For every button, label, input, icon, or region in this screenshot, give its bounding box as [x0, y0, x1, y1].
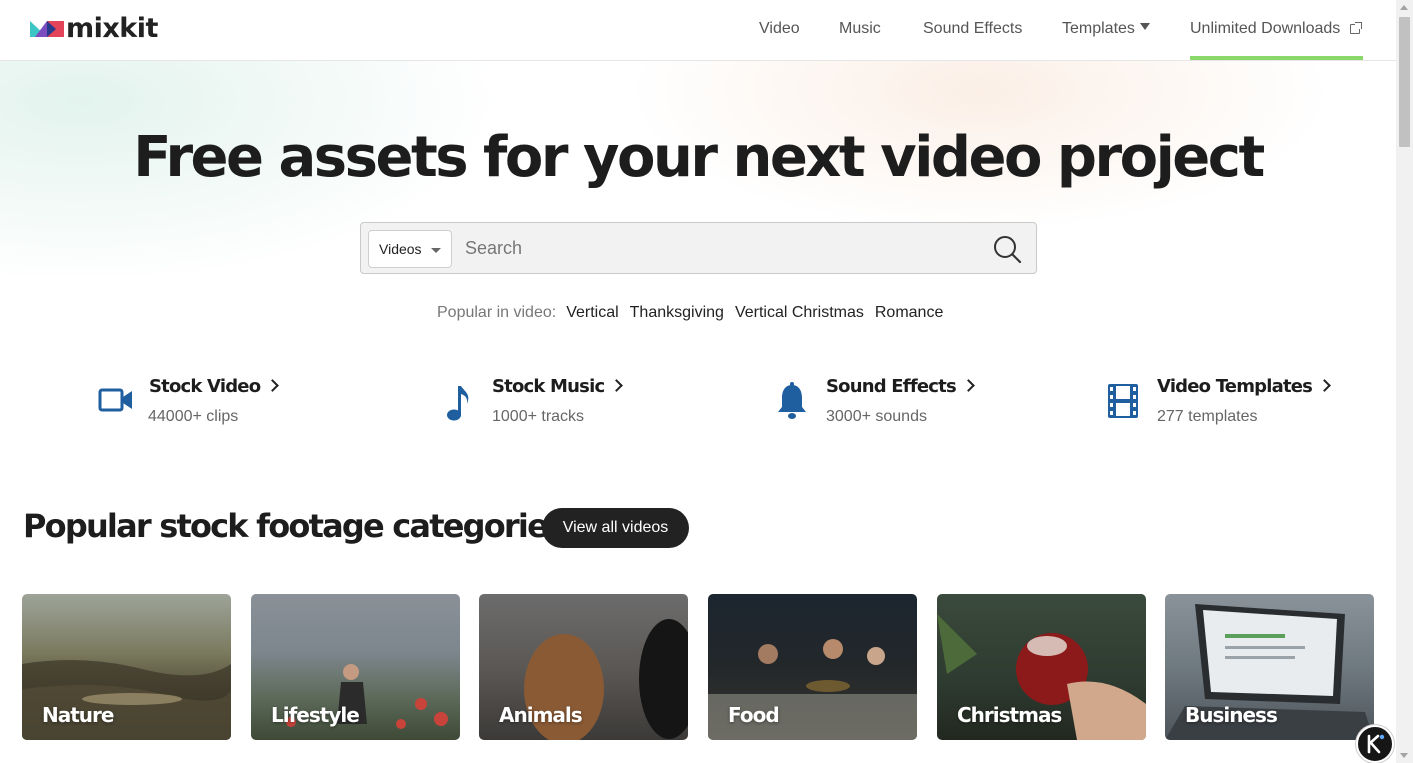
category-card-christmas[interactable]: Christmas [937, 594, 1146, 740]
category-card-lifestyle[interactable]: Lifestyle [251, 594, 460, 740]
search-icon[interactable] [992, 234, 1022, 264]
asset-types: Stock Video 44000+ clips Stock Music 100… [0, 370, 1396, 440]
site-header: mixkit Video Music Sound Effects Templat… [0, 0, 1396, 61]
mixkit-logo[interactable]: mixkit [30, 14, 158, 44]
popular-tag-vertical-christmas[interactable]: Vertical Christmas [735, 304, 864, 321]
nav-video[interactable]: Video [759, 0, 800, 60]
asset-video-templates[interactable]: Video Templates 277 templates [1107, 370, 1347, 430]
asset-subtitle: 1000+ tracks [492, 408, 585, 425]
nav-templates-label: Templates [1062, 20, 1135, 37]
category-label: Animals [499, 703, 583, 727]
asset-sound-effects[interactable]: Sound Effects 3000+ sounds [777, 370, 977, 430]
popular-tag-romance[interactable]: Romance [875, 304, 943, 321]
asset-title-text: Sound Effects [826, 376, 957, 397]
asset-subtitle: 3000+ sounds [826, 408, 927, 425]
categories-heading: Popular stock footage categories [23, 507, 566, 545]
external-link-icon [1350, 22, 1363, 34]
nav-unlimited-label: Unlimited Downloads [1190, 20, 1341, 37]
search-category-select[interactable]: Videos [368, 230, 452, 268]
asset-stock-music[interactable]: Stock Music 1000+ tracks [445, 370, 645, 430]
bell-icon [778, 382, 806, 419]
asset-title-text: Video Templates [1157, 376, 1313, 397]
category-label: Nature [42, 703, 114, 727]
category-label: Lifestyle [271, 703, 360, 727]
category-card-animals[interactable]: Animals [479, 594, 688, 740]
search-bar: Videos [360, 222, 1037, 274]
page-scrollbar[interactable] [1396, 0, 1413, 763]
category-card-nature[interactable]: Nature [22, 594, 231, 740]
asset-subtitle: 277 templates [1157, 408, 1258, 425]
music-note-icon [447, 386, 469, 421]
popular-tags: Popular in video: Vertical Thanksgiving Ver… [437, 304, 954, 322]
asset-title: Stock Music [492, 376, 624, 397]
video-camera-icon [98, 388, 132, 412]
caret-down-icon [1139, 23, 1150, 30]
popular-label: Popular in video: [437, 304, 557, 321]
asset-subtitle: 44000+ clips [148, 408, 239, 425]
category-card-food[interactable]: Food [708, 594, 917, 740]
view-all-videos-button[interactable]: View all videos [542, 508, 689, 548]
popular-tag-vertical[interactable]: Vertical [566, 304, 618, 321]
search-category-value: Videos [379, 241, 422, 257]
logo-mark-icon [30, 21, 64, 37]
category-card-business[interactable]: Business [1165, 594, 1374, 740]
asset-title-text: Stock Music [492, 376, 605, 397]
hero-title: Free assets for your next video project [133, 125, 1265, 190]
logo-text: mixkit [66, 13, 158, 44]
chevron-right-icon [1318, 379, 1331, 392]
scroll-thumb[interactable] [1399, 17, 1410, 147]
asset-title: Stock Video [149, 376, 280, 397]
category-label: Business [1185, 703, 1278, 727]
chevron-down-icon [431, 248, 441, 253]
search-input[interactable] [465, 231, 965, 265]
nav-unlimited-downloads[interactable]: Unlimited Downloads [1190, 0, 1363, 60]
help-widget-icon [1367, 734, 1385, 754]
hero-section: Free assets for your next video project … [0, 61, 1396, 351]
asset-stock-video[interactable]: Stock Video 44000+ clips [98, 370, 298, 430]
category-label: Christmas [957, 703, 1062, 727]
chevron-right-icon [610, 379, 624, 392]
asset-title: Sound Effects [826, 376, 975, 397]
popular-tag-thanksgiving[interactable]: Thanksgiving [630, 304, 724, 321]
scroll-down-arrow-icon[interactable] [1400, 753, 1408, 758]
scroll-up-arrow-icon[interactable] [1400, 5, 1408, 10]
asset-title-text: Stock Video [149, 376, 261, 397]
chevron-right-icon [266, 379, 280, 392]
chevron-right-icon [962, 379, 975, 392]
nav-music[interactable]: Music [839, 0, 881, 60]
asset-title: Video Templates [1157, 376, 1331, 397]
category-label: Food [728, 703, 780, 727]
film-strip-icon [1108, 384, 1138, 418]
help-widget-button[interactable] [1356, 725, 1394, 763]
nav-sound-effects[interactable]: Sound Effects [923, 0, 1022, 60]
nav-templates[interactable]: Templates [1062, 0, 1150, 60]
